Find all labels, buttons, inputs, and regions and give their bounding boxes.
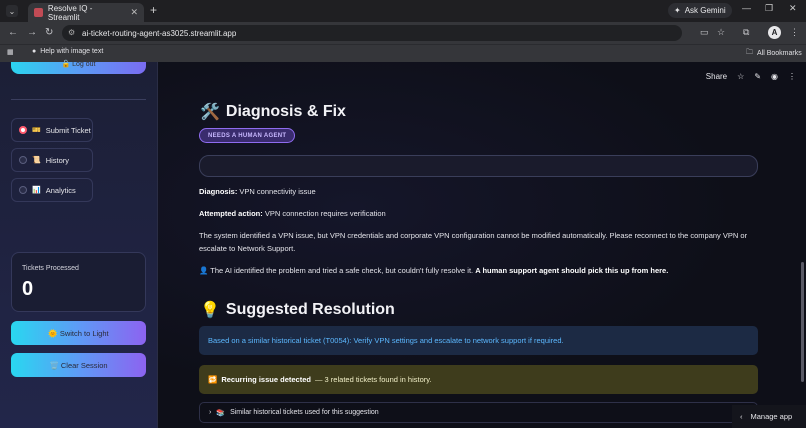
tab-search-icon[interactable]: ⌄ <box>6 5 18 17</box>
attempt-key: Attempted action: <box>199 209 263 218</box>
logout-button[interactable]: 🔓 Log out <box>11 61 146 74</box>
apps-grid-icon[interactable]: ▦ <box>7 48 14 56</box>
sidebar-item-submit-ticket[interactable]: 🎫 Submit Ticket <box>11 118 93 142</box>
ask-gemini-button[interactable]: ✦ Ask Gemini <box>668 3 732 18</box>
sidebar-item-label: History <box>45 155 70 165</box>
recurring-text: — 3 related tickets found in history. <box>314 375 432 384</box>
share-button[interactable]: Share <box>706 72 727 81</box>
bookmark-label: Help with image text <box>40 48 104 55</box>
manage-app-label: Manage app <box>750 412 793 421</box>
sidebar-item-label: Submit Ticket <box>45 125 91 135</box>
explanation-text: The system identified a VPN issue, but V… <box>199 231 748 253</box>
ticket-icon: 🎫 <box>32 127 41 134</box>
app-toolbar: Share ☆ ✎ ◉ ⋮ <box>706 72 796 81</box>
minimize-icon[interactable]: — <box>742 3 751 13</box>
agent-note-bold: A human support agent should pick this u… <box>475 266 669 275</box>
radio-icon[interactable] <box>19 156 27 164</box>
address-bar-row: ← → ↻ ⚙ ai-ticket-routing-agent-as3025.s… <box>0 22 806 44</box>
info-box: Based on a similar historical ticket (T0… <box>199 326 758 355</box>
diagnosis-value: VPN connectivity issue <box>237 187 316 196</box>
switch-to-light-button[interactable]: 🌞 Switch to Light <box>11 321 146 345</box>
browser-menu-icon[interactable]: ⋮ <box>790 27 799 38</box>
reload-icon[interactable]: ↻ <box>45 27 53 38</box>
restore-icon[interactable]: ❐ <box>765 3 773 14</box>
forward-icon[interactable]: → <box>27 27 37 38</box>
edit-pencil-icon[interactable]: ✎ <box>754 72 761 81</box>
empty-output-box <box>199 155 758 177</box>
sidebar-item-label: Analytics <box>45 185 76 195</box>
folder-icon: 🗀 <box>746 49 753 56</box>
tickets-processed-metric: Tickets Processed 0 <box>11 252 146 312</box>
streamlit-favicon-icon <box>34 8 43 17</box>
lightbulb-icon: 💡 <box>200 302 220 319</box>
manage-app-button[interactable]: ‹ Manage app <box>732 405 806 428</box>
browser-tab[interactable]: Resolve IQ - Streamlit ✕ <box>28 3 144 22</box>
tab-title: Resolve IQ - Streamlit <box>47 3 93 22</box>
bookmark-star-icon[interactable]: ☆ <box>717 27 725 38</box>
similar-tickets-expander[interactable]: › 📚 Similar historical tickets used for … <box>199 402 758 423</box>
suggested-resolution-heading: 💡 Suggested Resolution <box>200 300 395 320</box>
sidebar-divider <box>11 99 146 100</box>
sidebar-item-history[interactable]: 📜 History <box>11 148 93 172</box>
site-info-icon[interactable]: ⚙ <box>68 28 75 37</box>
books-icon: 📚 <box>216 409 226 417</box>
cast-icon[interactable]: ▭ <box>700 27 709 38</box>
recurring-bold: Recurring issue detected <box>221 375 311 384</box>
extensions-icon[interactable]: ⧉ <box>743 27 749 38</box>
profile-avatar[interactable]: A <box>768 26 781 39</box>
expander-label: Similar historical tickets used for this… <box>230 409 379 416</box>
close-window-icon[interactable]: ✕ <box>789 3 797 14</box>
metric-value: 0 <box>22 278 34 300</box>
gemini-icon: ✦ <box>674 6 681 15</box>
main-content: Share ☆ ✎ ◉ ⋮ 🛠️ Diagnosis & Fix NEEDS A… <box>158 62 806 428</box>
repeat-icon: 🔁 <box>208 375 218 384</box>
url-field[interactable]: ⚙ ai-ticket-routing-agent-as3025.streaml… <box>62 25 682 41</box>
suggested-resolution-title: Suggested Resolution <box>225 301 395 318</box>
sidebar: 🔓 Log out 🎫 Submit Ticket 📜 History 📊 An… <box>0 61 158 428</box>
recurring-issue-box: 🔁 Recurring issue detected — 3 related t… <box>199 365 758 394</box>
person-icon: 👤 <box>199 266 209 275</box>
bookmarks-bar: ▦ ● Help with image text 🗀 All Bookmarks <box>0 44 806 62</box>
attempt-value: VPN connection requires verification <box>262 209 386 218</box>
gemini-label: Ask Gemini <box>684 6 726 15</box>
chevron-left-icon: ‹ <box>740 412 743 421</box>
sidebar-item-analytics[interactable]: 📊 Analytics <box>11 178 93 202</box>
back-icon[interactable]: ← <box>8 27 18 38</box>
agent-note-text: The AI identified the problem and tried … <box>208 266 476 275</box>
bookmark-globe-icon: ● <box>32 48 37 55</box>
diagnosis-line: Diagnosis: VPN connectivity issue <box>199 185 759 198</box>
tab-close-icon[interactable]: ✕ <box>130 7 138 18</box>
diagnosis-heading: 🛠️ Diagnosis & Fix <box>200 102 346 122</box>
url-text: ai-ticket-routing-agent-as3025.streamlit… <box>82 28 237 38</box>
radio-selected-icon[interactable] <box>19 126 27 134</box>
new-tab-button[interactable]: + <box>150 3 157 17</box>
diagnosis-title: Diagnosis & Fix <box>225 103 346 120</box>
attempt-line: Attempted action: VPN connection require… <box>199 207 759 220</box>
agent-note: 👤 The AI identified the problem and trie… <box>199 264 759 277</box>
all-bookmarks[interactable]: 🗀 All Bookmarks <box>746 48 802 59</box>
metric-label: Tickets Processed <box>22 265 79 272</box>
app-menu-icon[interactable]: ⋮ <box>788 72 796 81</box>
scrollbar[interactable] <box>801 262 804 382</box>
bookmark-help-image-text[interactable]: ● Help with image text <box>32 48 103 55</box>
browser-tab-bar: ⌄ Resolve IQ - Streamlit ✕ + ✦ Ask Gemini… <box>0 0 806 22</box>
chevron-right-icon: › <box>209 409 212 416</box>
status-badge: NEEDS A HUMAN AGENT <box>199 128 296 143</box>
clear-session-button[interactable]: 🗑️ Clear Session <box>11 353 146 377</box>
chart-icon: 📊 <box>32 187 41 194</box>
tools-icon: 🛠️ <box>200 104 220 121</box>
radio-icon[interactable] <box>19 186 27 194</box>
scroll-icon: 📜 <box>32 157 41 164</box>
diagnosis-key: Diagnosis: <box>199 187 238 196</box>
all-bookmarks-label: All Bookmarks <box>757 50 802 57</box>
star-icon[interactable]: ☆ <box>737 72 744 81</box>
github-icon[interactable]: ◉ <box>771 72 778 81</box>
